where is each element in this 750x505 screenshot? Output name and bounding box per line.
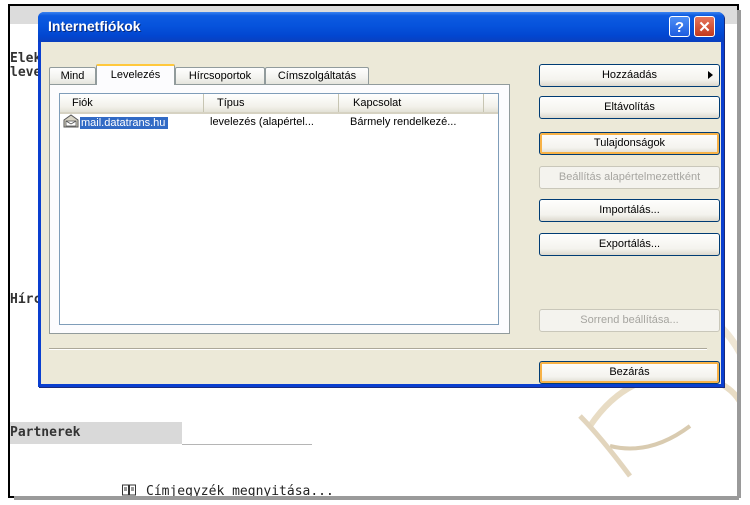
tab-all[interactable]: Mind (49, 67, 96, 84)
background-label-elek: Elek (10, 51, 42, 66)
submenu-arrow-icon (708, 71, 713, 79)
column-connection[interactable]: Kapcsolat (339, 94, 484, 112)
account-type: levelezés (alapértel... (210, 116, 314, 128)
dialog-titlebar[interactable]: Internetfiókok ? ✕ (38, 12, 724, 42)
frame-shadow-right (737, 10, 741, 498)
address-book-icon (122, 484, 136, 496)
account-name: mail.datatrans.hu (80, 117, 169, 129)
close-dialog-button[interactable]: Bezárás (539, 361, 720, 384)
frame-shadow-bottom (14, 496, 739, 500)
column-type[interactable]: Típus (204, 94, 339, 112)
add-button-label: Hozzáadás (601, 69, 658, 81)
import-button[interactable]: Importálás... (539, 199, 720, 222)
close-window-button[interactable]: ✕ (694, 16, 715, 37)
help-button[interactable]: ? (669, 16, 690, 37)
properties-button[interactable]: Tulajdonságok (539, 132, 720, 155)
column-account[interactable]: Fiók (60, 94, 204, 112)
tab-newsgroups[interactable]: Hírcsoportok (175, 67, 265, 84)
account-cell: mail.datatrans.hu (63, 114, 203, 131)
tab-mail[interactable]: Levelezés (96, 64, 175, 85)
background-label-hirc: Hírc (10, 292, 42, 307)
remove-button[interactable]: Eltávolítás (539, 96, 720, 119)
internet-accounts-dialog: Internetfiókok ? ✕ Mind Levelezés Hírcso… (38, 12, 724, 387)
export-button[interactable]: Exportálás... (539, 233, 720, 256)
accounts-list[interactable]: Fiók Típus Kapcsolat mail.datatrans.hu l… (59, 93, 499, 325)
partners-section-header: Partnerek (10, 422, 182, 444)
accounts-list-header: Fiók Típus Kapcsolat (60, 94, 498, 114)
add-button[interactable]: Hozzáadás (539, 64, 720, 87)
dialog-separator (49, 348, 707, 350)
partners-label: Partnerek (10, 425, 81, 440)
set-default-button[interactable]: Beállítás alapértelmezettként (539, 166, 720, 189)
table-row[interactable]: mail.datatrans.hu levelezés (alapértel..… (60, 114, 498, 131)
dialog-client-area: Mind Levelezés Hírcsoportok Címszolgálta… (41, 42, 721, 384)
partners-divider (182, 444, 312, 445)
mail-account-icon (63, 114, 79, 128)
mail-tab-panel: Fiók Típus Kapcsolat mail.datatrans.hu l… (49, 84, 510, 334)
background-label-leve: leve (10, 65, 42, 80)
set-order-button[interactable]: Sorrend beállítása... (539, 309, 720, 332)
account-connection: Bármely rendelkezé... (350, 116, 457, 128)
dialog-title: Internetfiókok (48, 18, 141, 34)
tab-directory-service[interactable]: Címszolgáltatás (265, 67, 369, 84)
